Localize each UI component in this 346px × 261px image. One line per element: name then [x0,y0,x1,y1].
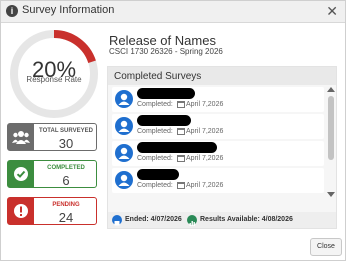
completed-surveys-title: Completed Surveys [114,71,202,82]
total-surveyed-label: TOTAL SURVEYED [39,128,93,134]
close-icon[interactable]: ✕ [326,3,338,19]
total-surveyed-value: 30 [58,136,74,151]
list-item: Completed: April 7,2026 [112,141,324,166]
row-status: Completed: [137,128,173,135]
row-date: April 7,2026 [186,182,224,189]
info-icon: i [6,5,18,17]
user-avatar-icon [115,90,133,108]
calendar-icon [177,155,185,162]
pending-card: PENDING 24 [7,197,97,225]
user-avatar-icon [115,117,133,135]
completed-surveys-header: Completed Surveys [108,67,336,85]
calendar-icon [177,182,185,189]
list-scrollbar[interactable] [327,87,335,197]
list-item: Completed: April 7,2026 [112,114,324,139]
scroll-up-arrow-icon[interactable] [327,87,335,92]
scroll-thumb[interactable] [328,96,334,160]
redacted-name [137,142,217,153]
redacted-name [137,169,179,180]
user-avatar-icon [115,171,133,189]
row-date: April 7,2026 [186,101,224,108]
list-item: Completed: April 7,2026 [112,87,324,112]
survey-dates-bar: Ended: 4/07/2026 Results Available: 4/08… [108,212,336,228]
bar-chart-icon [187,215,197,226]
course-subtitle: CSCI 1730 26326 - Spring 2026 [109,47,223,56]
close-button[interactable]: Close [310,238,342,256]
survey-information-dialog: i Survey Information ✕ 20% Response Rate… [0,0,346,261]
total-surveyed-card: TOTAL SURVEYED 30 [7,123,97,151]
completed-surveys-panel: Completed Surveys Completed: April 7,202… [107,66,337,229]
response-rate-label: Response Rate [26,75,82,84]
pending-label: PENDING [52,202,80,208]
calendar-icon [177,128,185,135]
exclamation-circle-icon [8,198,34,224]
dialog-title: Survey Information [22,4,115,16]
row-status: Completed: [137,155,173,162]
user-avatar-icon [115,144,133,162]
redacted-name [137,88,195,99]
course-title: Release of Names [109,33,216,48]
pending-value: 24 [58,210,74,225]
ended-date: Ended: 4/07/2026 [125,216,182,223]
results-available-date: Results Available: 4/08/2026 [200,216,293,223]
dialog-titlebar: i Survey Information ✕ [1,1,345,23]
row-status: Completed: [137,182,173,189]
calendar-icon [177,101,185,108]
list-item: Completed: April 7,2026 [112,168,324,193]
completed-label: COMPLETED [47,165,85,171]
calendar-icon [112,215,122,226]
row-status: Completed: [137,101,173,108]
check-circle-icon [8,161,34,187]
completed-card: COMPLETED 6 [7,160,97,188]
row-date: April 7,2026 [186,155,224,162]
row-date: April 7,2026 [186,128,224,135]
completed-value: 6 [62,173,70,188]
redacted-name [137,115,191,126]
users-icon [8,124,34,150]
scroll-down-arrow-icon[interactable] [327,192,335,197]
